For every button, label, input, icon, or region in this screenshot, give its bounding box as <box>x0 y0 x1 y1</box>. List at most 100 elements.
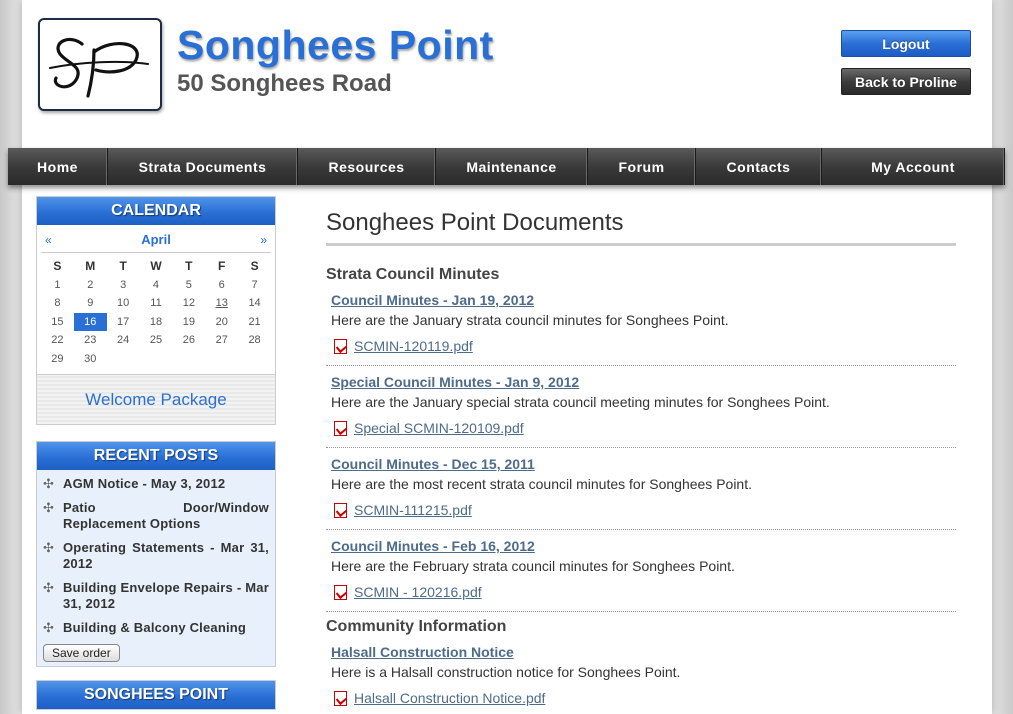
pdf-file-link[interactable]: SCMIN - 120216.pdf <box>334 584 482 600</box>
calendar-widget: CALENDAR « April » S M T W T F S 1 2 3 4 5 6 7 8 9 10 11 1… <box>36 196 276 425</box>
calendar-day[interactable]: 26 <box>172 331 205 350</box>
calendar-day[interactable]: 18 <box>140 313 173 332</box>
recent-post-title: AGM Notice - May 3, 2012 <box>63 476 226 491</box>
sp-logo-icon <box>49 38 149 98</box>
nav-contacts[interactable]: Contacts <box>696 148 822 185</box>
calendar-header: CALENDAR <box>37 197 275 225</box>
drag-handle-icon[interactable]: ✣ <box>43 500 54 516</box>
drag-handle-icon[interactable]: ✣ <box>43 476 54 492</box>
main-nav: Home Strata Documents Resources Maintenance… <box>8 148 1005 185</box>
weekday-label: M <box>85 259 96 273</box>
next-month-link[interactable]: » <box>260 233 267 247</box>
welcome-package-link[interactable]: Welcome Package <box>37 374 275 424</box>
calendar-day[interactable]: 4 <box>140 276 173 295</box>
recent-posts-header: RECENT POSTS <box>37 442 275 470</box>
recent-post-title: Building & Balcony Cleaning <box>63 620 247 635</box>
recent-post-item[interactable]: ✣ Building Envelope Repairs - Mar 31, 201… <box>43 580 269 612</box>
pdf-file-link[interactable]: Special SCMIN-120109.pdf <box>334 420 524 436</box>
calendar-day[interactable]: 20 <box>205 313 238 332</box>
calendar-day[interactable]: 1 <box>41 276 74 295</box>
pdf-filename: Halsall Construction Notice.pdf <box>354 690 546 706</box>
calendar-day[interactable]: 29 <box>41 350 74 369</box>
weekday-label: F <box>218 259 226 273</box>
pdf-file-link[interactable]: SCMIN-111215.pdf <box>334 502 472 518</box>
nav-resources[interactable]: Resources <box>298 148 436 185</box>
recent-post-title: Building Envelope Repairs - Mar 31, 2012 <box>63 580 269 611</box>
nav-strata-documents[interactable]: Strata Documents <box>108 148 298 185</box>
pdf-filename: SCMIN - 120216.pdf <box>354 584 482 600</box>
weekday-label: W <box>150 259 162 273</box>
calendar-day[interactable]: 19 <box>172 313 205 332</box>
document-title-link[interactable]: Special Council Minutes - Jan 9, 2012 <box>331 374 579 390</box>
recent-post-title: Patio Door/Window Replacement Options <box>63 500 269 531</box>
calendar-day[interactable]: 24 <box>107 331 140 350</box>
calendar-day[interactable]: 21 <box>238 313 271 332</box>
save-order-button[interactable]: Save order <box>43 644 120 662</box>
site-subtitle: 50 Songhees Road <box>177 70 392 97</box>
pdf-icon <box>334 584 347 600</box>
prev-month-link[interactable]: « <box>45 233 52 247</box>
document-title-link[interactable]: Council Minutes - Jan 19, 2012 <box>331 292 534 308</box>
calendar-day[interactable]: 14 <box>238 294 271 313</box>
calendar-day[interactable]: 5 <box>172 276 205 295</box>
pdf-icon <box>334 690 347 706</box>
nav-maintenance[interactable]: Maintenance <box>436 148 588 185</box>
nav-forum[interactable]: Forum <box>588 148 696 185</box>
drag-handle-icon[interactable]: ✣ <box>43 580 54 596</box>
calendar-day[interactable]: 28 <box>238 331 271 350</box>
main-content: Songhees Point Documents Strata Council … <box>326 200 956 714</box>
calendar-day[interactable]: 30 <box>74 350 107 369</box>
pdf-filename: SCMIN-120119.pdf <box>354 338 473 354</box>
weekday-label: T <box>185 259 193 273</box>
calendar-day[interactable]: 12 <box>172 294 205 313</box>
calendar-day[interactable]: 16 <box>73 312 107 331</box>
calendar-day[interactable]: 7 <box>238 276 271 295</box>
pdf-filename: SCMIN-111215.pdf <box>354 502 472 518</box>
pdf-filename: Special SCMIN-120109.pdf <box>354 420 524 436</box>
calendar-day[interactable]: 23 <box>74 331 107 350</box>
recent-post-item[interactable]: ✣ AGM Notice - May 3, 2012 <box>43 476 269 492</box>
recent-post-item[interactable]: ✣ Operating Statements - Mar 31, 2012 <box>43 540 269 572</box>
recent-post-item[interactable]: ✣ Patio Door/Window Replacement Options <box>43 500 269 532</box>
document-entry: Special Council Minutes - Jan 9, 2012 Her… <box>326 366 956 448</box>
document-title-link[interactable]: Council Minutes - Dec 15, 2011 <box>331 456 535 472</box>
calendar-month[interactable]: April <box>141 232 171 247</box>
calendar-day[interactable]: 6 <box>205 276 238 295</box>
calendar-day[interactable]: 11 <box>140 294 173 313</box>
calendar-day[interactable]: 8 <box>41 294 74 313</box>
section-heading: Community Information <box>326 618 507 635</box>
calendar-day[interactable]: 9 <box>74 294 107 313</box>
nav-home[interactable]: Home <box>8 148 108 185</box>
calendar-day[interactable]: 27 <box>205 331 238 350</box>
recent-post-title: Operating Statements - Mar 31, 2012 <box>63 540 269 571</box>
document-sections: Strata Council Minutes Council Minutes - … <box>326 266 956 714</box>
pdf-file-link[interactable]: Halsall Construction Notice.pdf <box>334 690 545 706</box>
drag-handle-icon[interactable]: ✣ <box>43 540 54 556</box>
pdf-icon <box>334 420 347 436</box>
calendar-day[interactable]: 10 <box>107 294 140 313</box>
calendar-day[interactable]: 13 <box>205 294 238 313</box>
back-to-proline-button[interactable]: Back to Proline <box>841 68 971 95</box>
page: Songhees Point 50 Songhees Road Logout B… <box>22 0 992 714</box>
section-heading: Strata Council Minutes <box>326 266 500 283</box>
document-description: Here are the most recent strata council … <box>331 476 752 492</box>
drag-handle-icon[interactable]: ✣ <box>43 620 54 636</box>
pdf-icon <box>334 502 347 518</box>
recent-posts-list: ✣ AGM Notice - May 3, 2012 ✣ Patio Door/Win… <box>43 476 269 636</box>
pdf-file-link[interactable]: SCMIN-120119.pdf <box>334 338 473 354</box>
document-description: Here are the January strata council minu… <box>331 312 729 328</box>
document-title-link[interactable]: Council Minutes - Feb 16, 2012 <box>331 538 535 554</box>
calendar-grid: S M T W T F S 1 2 3 4 5 6 7 8 9 10 11 12 13 14 15 16 17 18 19 20 21… <box>41 257 271 368</box>
document-entry: Halsall Construction Notice Here is a Hal… <box>326 636 956 714</box>
calendar-day[interactable]: 25 <box>140 331 173 350</box>
calendar-day[interactable]: 22 <box>41 331 74 350</box>
document-title-link[interactable]: Halsall Construction Notice <box>331 644 514 660</box>
recent-post-item[interactable]: ✣ Building & Balcony Cleaning <box>43 620 269 636</box>
nav-my-account[interactable]: My Account <box>822 148 1005 185</box>
logout-button[interactable]: Logout <box>841 30 971 57</box>
calendar-day[interactable]: 2 <box>74 276 107 295</box>
logo[interactable] <box>38 18 162 111</box>
calendar-day[interactable]: 15 <box>41 313 74 332</box>
calendar-day[interactable]: 3 <box>107 276 140 295</box>
calendar-day[interactable]: 17 <box>107 313 140 332</box>
